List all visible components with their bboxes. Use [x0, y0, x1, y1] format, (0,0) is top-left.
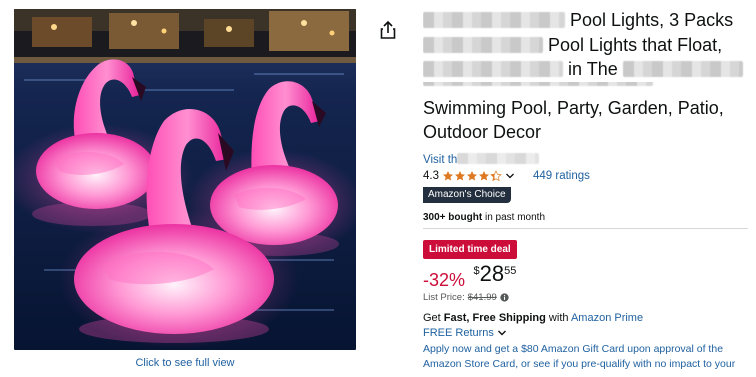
chevron-down-icon[interactable]	[505, 171, 515, 181]
share-icon[interactable]	[379, 20, 397, 40]
amazons-choice-badge[interactable]: Amazon's Choice	[423, 187, 511, 203]
see-full-view-link[interactable]: Click to see full view	[14, 357, 356, 369]
product-title[interactable]: Pool Lights, 3 Packs Pool Lights that Fl…	[423, 8, 753, 145]
free-returns-link[interactable]: FREE Returns	[423, 327, 507, 339]
rating-value: 4.3	[423, 170, 439, 182]
list-price: List Price: $41.99	[423, 292, 509, 303]
info-icon[interactable]	[500, 293, 509, 302]
visit-store-link[interactable]: Visit th	[423, 153, 540, 166]
gift-card-offer-link[interactable]: Apply now and get a $80 Amazon Gift Card…	[423, 342, 745, 372]
product-main-image[interactable]	[14, 9, 356, 350]
discount-percent: -32%	[423, 270, 466, 290]
ratings-count-link[interactable]: 449 ratings	[533, 170, 590, 182]
title-line-1: Pool Lights, 3 Packs	[423, 8, 753, 33]
chevron-down-icon	[497, 330, 506, 336]
title-line-2: Pool Lights that Float,	[423, 33, 753, 58]
amazon-prime-link[interactable]: Amazon Prime	[571, 312, 643, 324]
price-row: -32% $2855	[423, 261, 517, 290]
limited-time-deal-badge: Limited time deal	[423, 240, 517, 259]
shipping-info: Get Fast, Free Shipping with Amazon Prim…	[423, 312, 644, 324]
title-line-5: Swimming Pool, Party, Garden, Patio,	[423, 97, 724, 118]
bought-in-past-month: 300+ bought in past month	[423, 212, 545, 223]
rating-row: 4.3 449 ratings	[423, 169, 590, 183]
title-line-4	[423, 81, 753, 96]
title-line-6: Outdoor Decor	[423, 122, 542, 142]
divider	[423, 228, 748, 229]
star-rating-icon[interactable]	[442, 170, 502, 182]
title-line-3: in The	[423, 57, 753, 82]
flamingo-pool-lights-photo	[14, 9, 356, 350]
price: $2855	[473, 261, 517, 286]
